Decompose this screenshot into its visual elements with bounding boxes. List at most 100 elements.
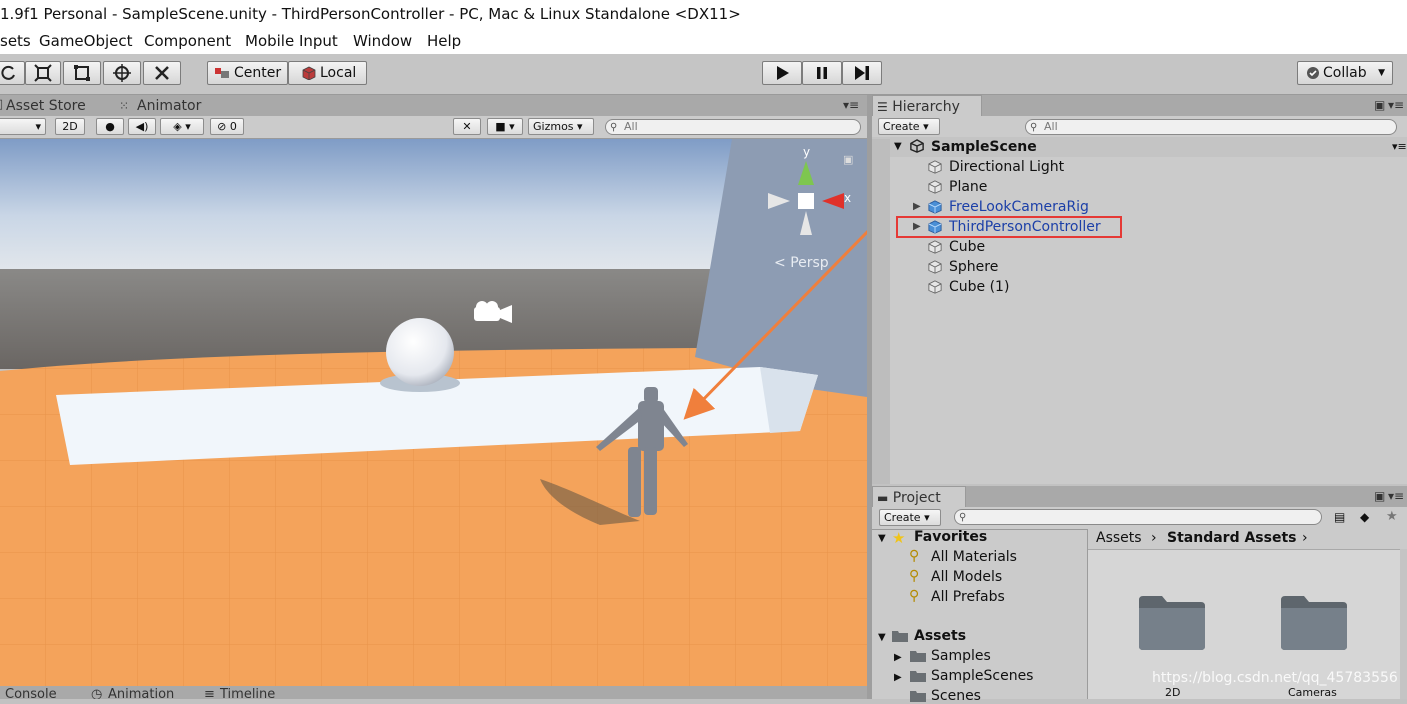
hierarchy-item[interactable]: Plane [872, 177, 1407, 197]
asset-folder-label[interactable]: Scenes [931, 688, 981, 704]
folder-icon[interactable] [1136, 592, 1208, 652]
rotate-tool-button[interactable] [0, 61, 25, 85]
breadcrumb-item[interactable]: Standard Assets [1167, 530, 1296, 546]
folder-label[interactable]: 2D [1165, 686, 1180, 699]
breadcrumb-separator-icon: › [1302, 530, 1308, 546]
hierarchy-create-button[interactable]: Create ▾ [878, 118, 940, 135]
tab-project[interactable]: ▬ Project [872, 486, 966, 509]
persp-label[interactable]: < Persp [774, 255, 829, 271]
scale-tool-button[interactable] [25, 61, 61, 85]
star-icon[interactable]: ★ [1386, 509, 1398, 524]
play-button[interactable] [762, 61, 802, 85]
filter-label-icon[interactable]: ◆ [1360, 510, 1369, 524]
prefab-cube-icon [928, 200, 942, 214]
tab-asset-store[interactable]: Asset Store [0, 95, 92, 117]
expand-arrow-icon[interactable]: ▼ [878, 632, 886, 643]
lock-icon[interactable]: ▣ [1374, 489, 1385, 503]
title-bar: 1.9f1 Personal - SampleScene.unity - Thi… [0, 0, 1407, 28]
lock-icon[interactable]: ▣ [843, 153, 853, 166]
collab-button[interactable]: Collab ▼ [1297, 61, 1393, 85]
scene-menu-icon[interactable]: ▾≡ [1392, 137, 1407, 157]
folder-icon[interactable] [1278, 592, 1350, 652]
rect-tool-button[interactable] [63, 61, 101, 85]
folder-label[interactable]: Cameras [1288, 686, 1337, 699]
breadcrumb-item[interactable]: Assets [1096, 530, 1142, 546]
favorite-item[interactable]: All Models [931, 569, 1002, 585]
search-icon: ⚲ [959, 512, 967, 523]
custom-tool-button[interactable] [143, 61, 181, 85]
filter-type-icon[interactable]: ▤ [1334, 510, 1345, 524]
favorite-item[interactable]: All Materials [931, 549, 1017, 565]
asset-folder-label[interactable]: Samples [931, 648, 991, 664]
hierarchy-item-label: FreeLookCameraRig [949, 199, 1089, 215]
hierarchy-item-label: Cube (1) [949, 279, 1010, 295]
axis-y-label: y [803, 145, 810, 159]
speaker-icon: ◀︎) [135, 120, 149, 133]
hidden-objects-toggle[interactable]: ⊘ 0 [210, 118, 244, 135]
expand-arrow-icon[interactable]: ▶ [913, 197, 921, 217]
gameobject-cube-icon [928, 180, 942, 194]
menu-help[interactable]: Help [427, 32, 461, 50]
hierarchy-item[interactable]: Cube (1) [872, 277, 1407, 297]
pause-button[interactable] [802, 61, 842, 85]
hierarchy-item[interactable]: Cube [872, 237, 1407, 257]
pivot-icon [215, 68, 229, 78]
transform-tool-button[interactable] [103, 61, 141, 85]
tab-animation[interactable]: Animation [108, 687, 174, 699]
tab-hierarchy[interactable]: ☰ Hierarchy [872, 95, 982, 118]
hierarchy-search-input[interactable]: ⚲ All [1025, 119, 1397, 135]
tab-animator[interactable]: Animator [131, 95, 207, 117]
unity-scene-icon [910, 139, 924, 153]
menu-component[interactable]: Component [144, 32, 231, 50]
favorites-label[interactable]: Favorites [914, 529, 987, 545]
hierarchy-icon: ☰ [877, 100, 888, 114]
tab-console[interactable]: Console [5, 687, 57, 699]
expand-arrow-icon[interactable]: ▶ [894, 652, 902, 663]
dropdown-arrow-icon: ▾ [577, 120, 583, 133]
hierarchy-item-selected[interactable]: ▶ ThirdPersonController [872, 216, 1407, 238]
expand-arrow-icon[interactable]: ▼ [878, 533, 886, 544]
menu-mobile-input[interactable]: Mobile Input [245, 32, 338, 50]
expand-arrow-icon[interactable]: ▶ [894, 672, 902, 683]
step-button[interactable] [842, 61, 882, 85]
hierarchy-panel: ☰ Hierarchy ▣ ▾≡ Create ▾ ⚲ All ▼ SampleS… [872, 95, 1407, 484]
space-local-button[interactable]: Local [288, 61, 367, 85]
breadcrumb: Assets › Standard Assets › [1088, 529, 1407, 550]
hierarchy-item[interactable]: ▶ FreeLookCameraRig [872, 197, 1407, 217]
toggle-2d-button[interactable]: 2D [55, 118, 85, 135]
assets-root-label[interactable]: Assets [914, 628, 966, 644]
pivot-center-button[interactable]: Center [207, 61, 288, 85]
menu-assets[interactable]: sets [0, 32, 31, 50]
camera-dropdown[interactable]: ■ ▾ [487, 118, 523, 135]
scene-viewport[interactable]: y x ▣ < Persp [0, 139, 867, 686]
pause-icon [817, 67, 827, 79]
draw-mode-dropdown[interactable]: ▾ [0, 118, 46, 135]
dropdown-arrow-icon: ▾ [923, 120, 929, 133]
menu-gameobject[interactable]: GameObject [39, 32, 133, 50]
hierarchy-item[interactable]: Directional Light [872, 157, 1407, 177]
asset-folder-label[interactable]: SampleScenes [931, 668, 1033, 684]
tools-toggle[interactable]: ✕ [453, 118, 481, 135]
animation-tab-icon: ◷ [91, 687, 103, 699]
scene-search-input[interactable]: ⚲ All [605, 119, 861, 135]
expand-arrow-icon[interactable]: ▼ [894, 137, 902, 157]
project-scrollbar[interactable] [1400, 549, 1407, 699]
project-create-button[interactable]: Create ▾ [879, 509, 941, 526]
favorite-item[interactable]: All Prefabs [931, 589, 1005, 605]
audio-toggle[interactable]: ◀︎) [128, 118, 156, 135]
project-search-input[interactable]: ⚲ [954, 509, 1322, 525]
project-tab-strip: ▬ Project ▣ ▾≡ [872, 486, 1407, 509]
pivot-label: Center [234, 65, 282, 81]
scene-row[interactable]: ▼ SampleScene ▾≡ [872, 137, 1407, 157]
local-label: Local [320, 65, 357, 81]
lighting-toggle[interactable]: ● [96, 118, 124, 135]
menu-window[interactable]: Window [353, 32, 412, 50]
panel-menu-icon[interactable]: ▾≡ [1388, 98, 1404, 112]
panel-menu-icon[interactable]: ▾≡ [1388, 489, 1404, 503]
panel-menu-icon[interactable]: ▾≡ [843, 98, 859, 112]
gizmos-dropdown[interactable]: Gizmos ▾ [528, 118, 594, 135]
effects-dropdown[interactable]: ◈ ▾ [160, 118, 204, 135]
hierarchy-item[interactable]: Sphere [872, 257, 1407, 277]
tab-timeline[interactable]: Timeline [220, 687, 275, 699]
lock-icon[interactable]: ▣ [1374, 98, 1385, 112]
